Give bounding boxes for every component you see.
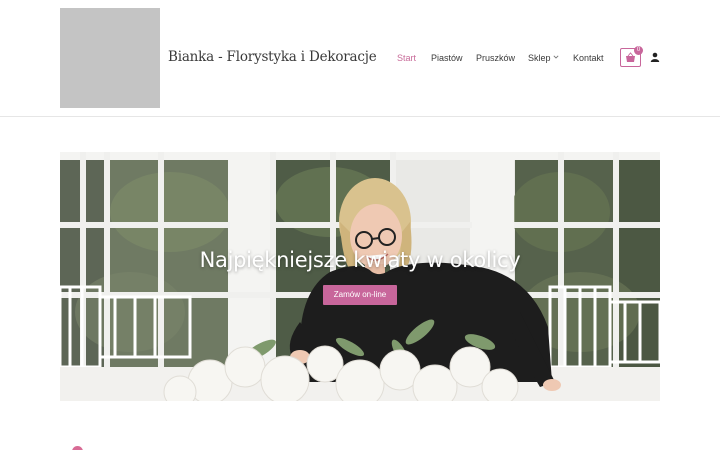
hero-banner: Najpiękniejsze kwiaty w okolicy Zamów on…: [60, 152, 660, 401]
nav-item-piastow[interactable]: Piastów: [431, 52, 463, 64]
site-logo[interactable]: [60, 8, 160, 108]
nav-item-sklep[interactable]: Sklep: [528, 52, 551, 64]
nav-item-start[interactable]: Start: [397, 52, 416, 64]
hero-title: Najpiękniejsze kwiaty w okolicy: [199, 248, 521, 272]
cart-count-badge: 0: [634, 46, 643, 55]
order-online-button[interactable]: Zamów on-line: [323, 285, 397, 305]
section-decoration-dot: [72, 446, 83, 450]
nav-item-kontakt[interactable]: Kontakt: [573, 52, 604, 64]
nav-item-pruszkow[interactable]: Pruszków: [476, 52, 515, 64]
hero-photo: [60, 152, 660, 401]
site-title[interactable]: Bianka - Florystyka i Dekoracje: [168, 49, 377, 65]
site-header: Bianka - Florystyka i Dekoracje Start Pi…: [0, 0, 720, 117]
user-icon[interactable]: [650, 52, 660, 62]
chevron-down-icon[interactable]: [553, 54, 559, 60]
